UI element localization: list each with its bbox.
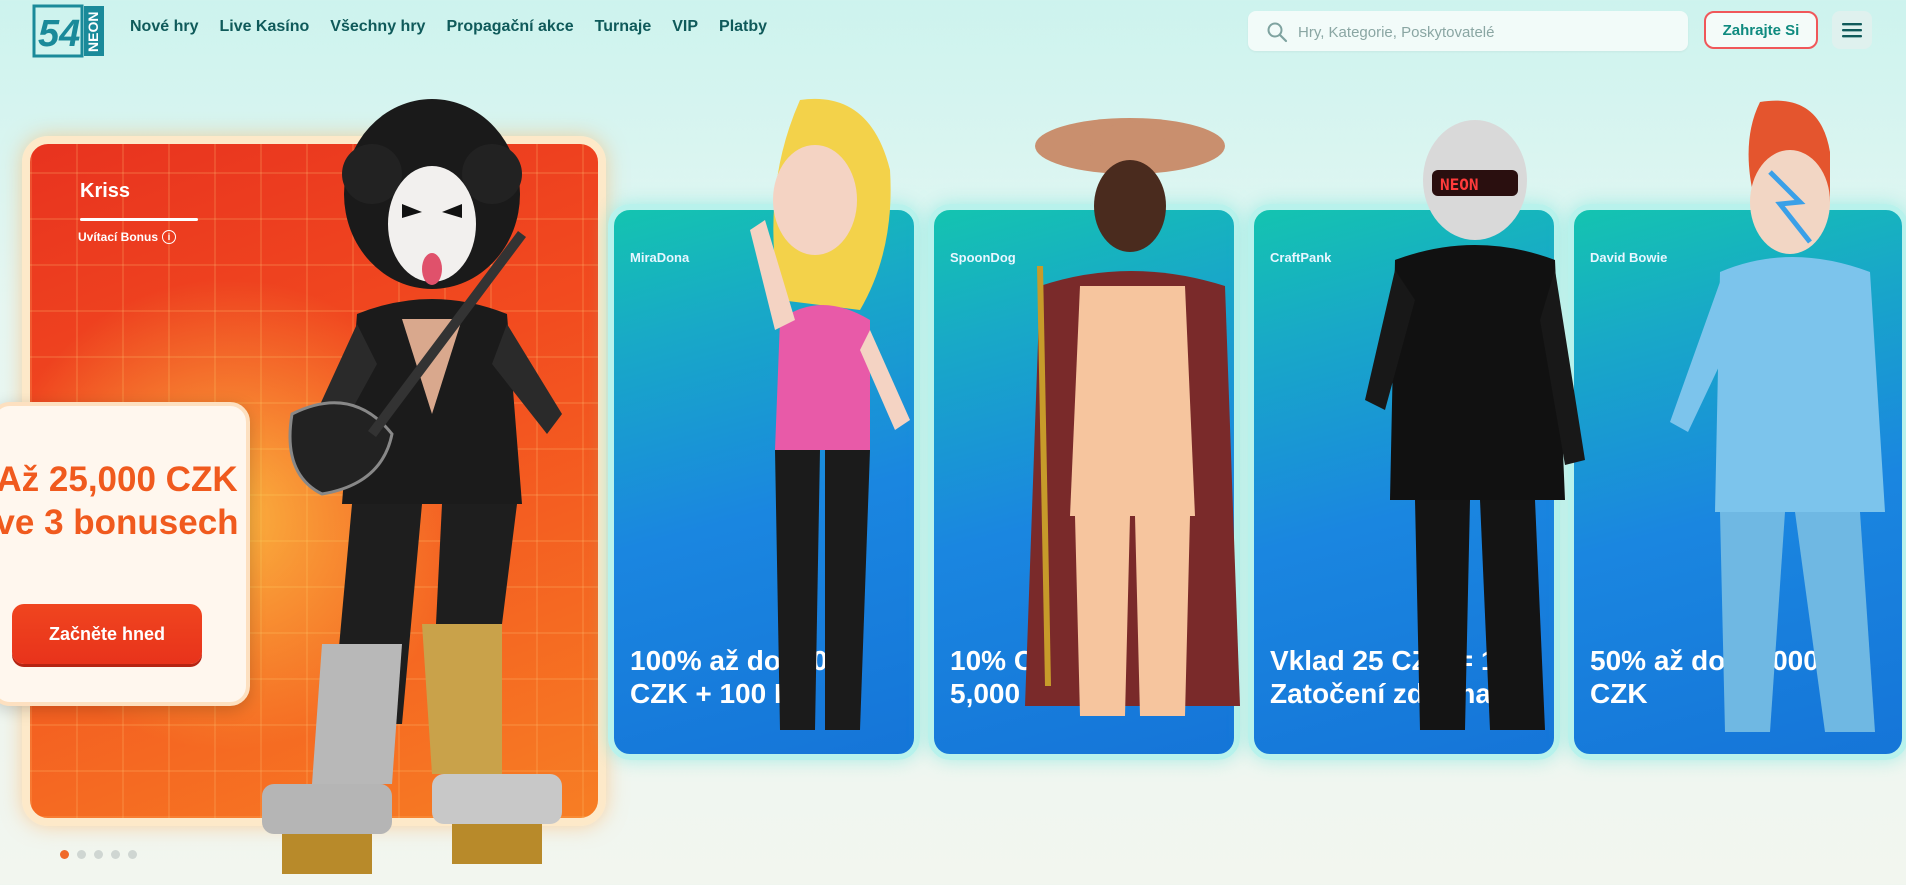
carousel-dot[interactable] xyxy=(77,850,86,859)
svg-text:NEON: NEON xyxy=(1440,175,1479,194)
card-host-name: MiraDona xyxy=(630,250,690,265)
svg-text:NEON: NEON xyxy=(85,12,101,52)
carousel-pagination xyxy=(60,850,137,859)
carousel-dot[interactable] xyxy=(111,850,120,859)
hero-host-name: Kriss xyxy=(80,180,131,202)
svg-text:54: 54 xyxy=(38,13,80,55)
carousel-dot[interactable] xyxy=(60,850,69,859)
david-bowie-character-illustration xyxy=(1670,100,1885,732)
welcome-bonus-panel: Až 25,000 CZK ve 3 bonusech Začněte hned xyxy=(0,402,250,706)
nav-tournaments[interactable]: Turnaje xyxy=(595,18,652,36)
nav-new-games[interactable]: Nové hry xyxy=(130,18,198,36)
carousel-dot[interactable] xyxy=(128,850,137,859)
welcome-bonus-text: Až 25,000 CZK ve 3 bonusech xyxy=(0,460,239,542)
logo-icon: 54 NEON xyxy=(32,4,104,58)
main-nav: Nové hry Live Kasíno Všechny hry Propaga… xyxy=(130,18,767,36)
menu-button[interactable] xyxy=(1832,11,1872,49)
nav-live-casino[interactable]: Live Kasíno xyxy=(219,18,309,36)
hero-subtitle-text: Uvítací Bonus xyxy=(78,230,159,244)
craftpank-character-illustration: NEON xyxy=(1365,120,1585,730)
card-host-name: SpoonDog xyxy=(950,250,1016,265)
hamburger-menu-icon xyxy=(1842,23,1862,38)
kriss-character-illustration xyxy=(262,99,562,874)
card-host-name: CraftPank xyxy=(1270,250,1332,265)
start-now-button[interactable]: Začněte hned xyxy=(12,604,202,664)
hero-underline xyxy=(80,218,198,221)
nav-payments[interactable]: Platby xyxy=(719,18,767,36)
hero-subtitle: Uvítací Bonus i xyxy=(78,230,177,244)
card-host-name: David Bowie xyxy=(1590,250,1668,265)
site-header: 54 NEON Nové hry Live Kasíno Všechny hry… xyxy=(0,0,1906,62)
miradona-character-illustration xyxy=(750,98,910,730)
search-input[interactable] xyxy=(1296,11,1680,53)
play-now-button[interactable]: Zahrajte Si xyxy=(1704,11,1818,49)
nav-promotions[interactable]: Propagační akce xyxy=(446,18,573,36)
carousel-dot[interactable] xyxy=(94,850,103,859)
search-icon xyxy=(1266,21,1288,43)
search-bar xyxy=(1248,11,1688,53)
nav-all-games[interactable]: Všechny hry xyxy=(330,18,425,36)
nav-vip[interactable]: VIP xyxy=(672,18,698,36)
spoondog-character-illustration xyxy=(1025,118,1240,716)
info-icon[interactable]: i xyxy=(162,230,177,244)
site-logo[interactable]: 54 NEON xyxy=(32,4,106,58)
